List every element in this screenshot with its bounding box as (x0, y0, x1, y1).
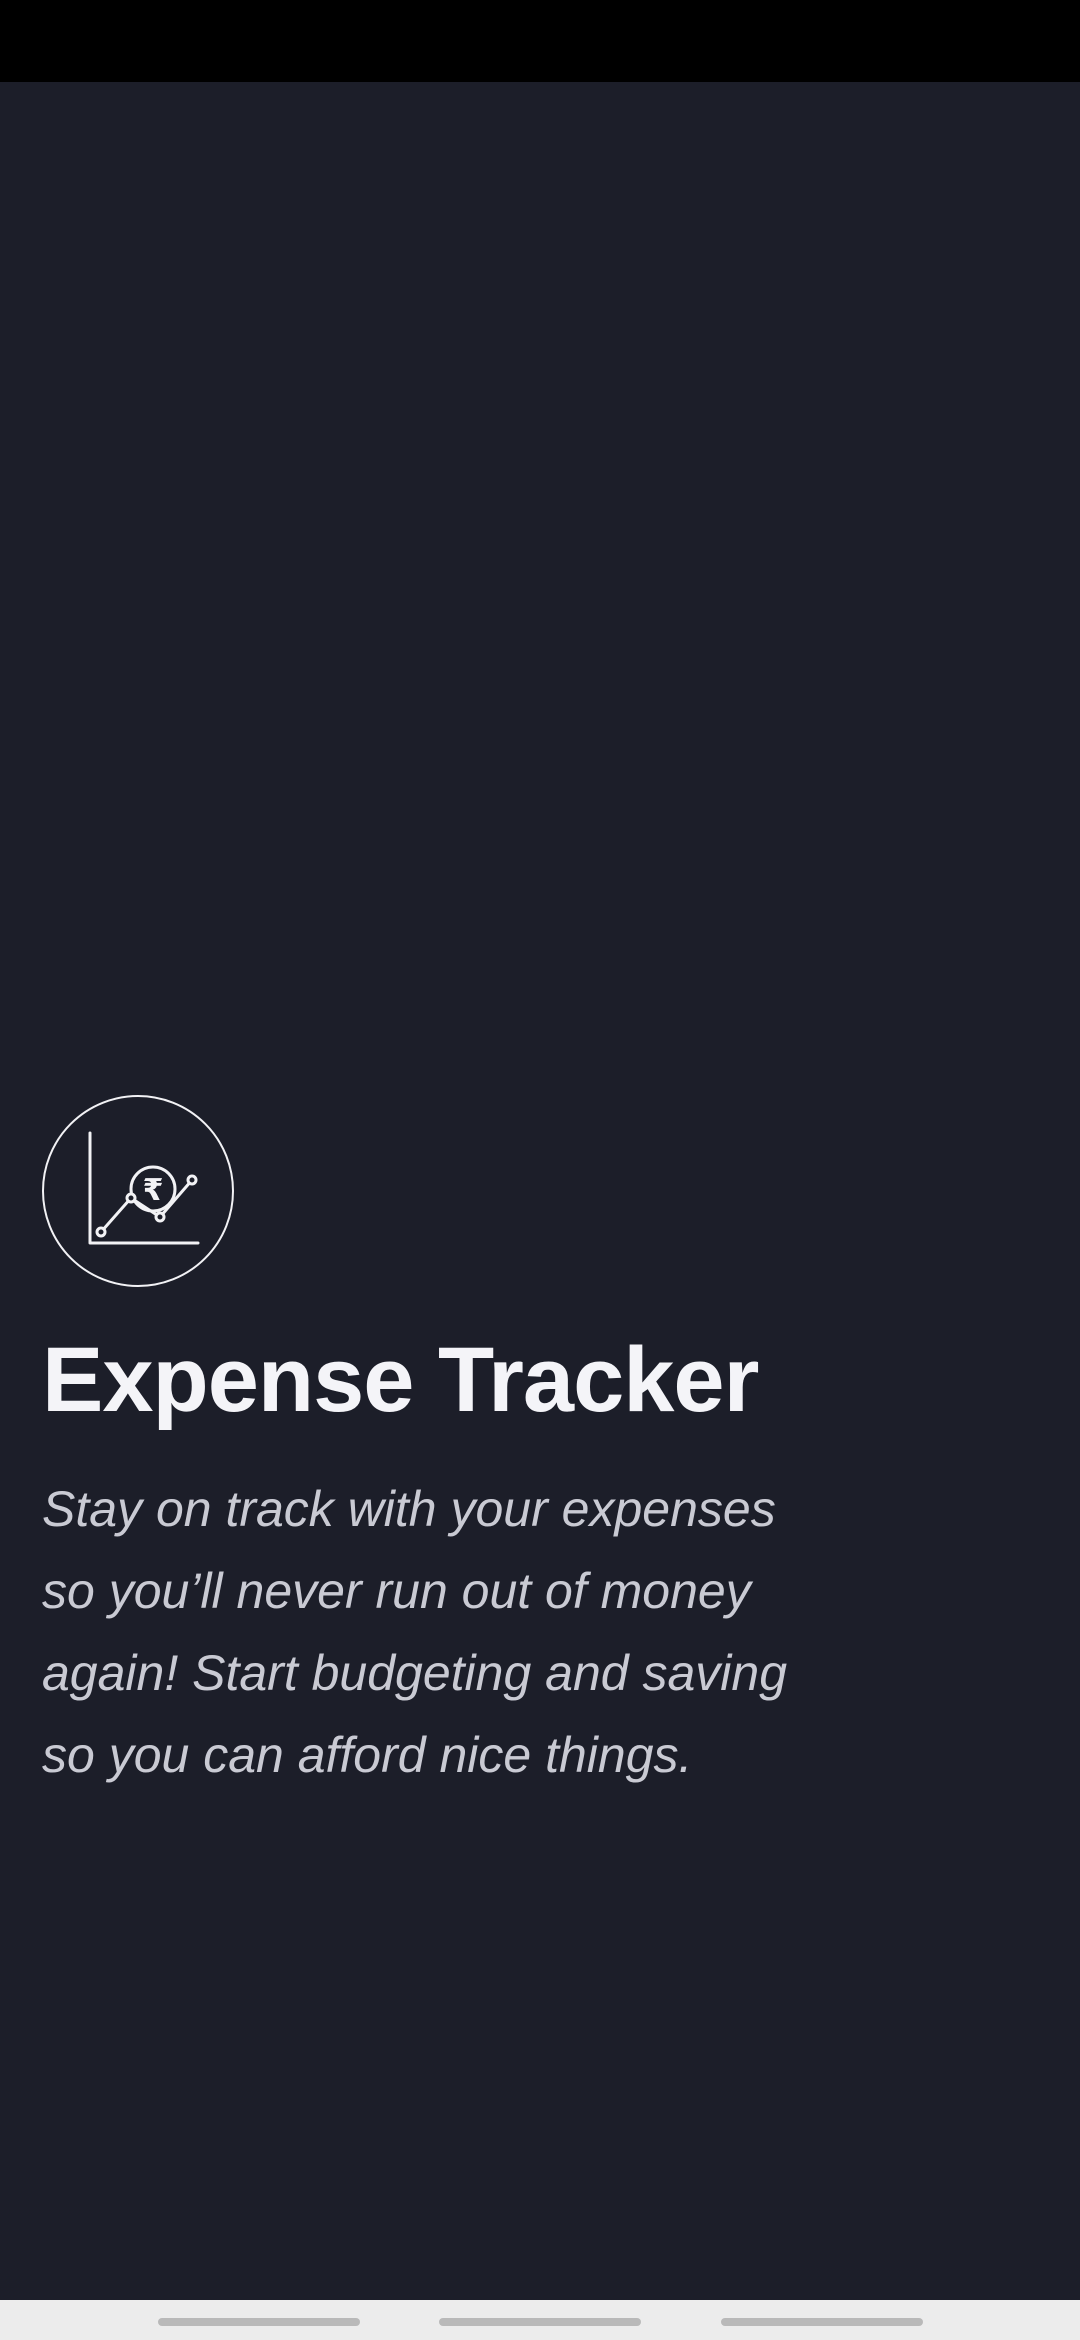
nav-handle-right[interactable] (721, 2318, 923, 2326)
app-title: Expense Tracker (42, 1329, 759, 1431)
nav-handle-left[interactable] (158, 2318, 360, 2326)
status-bar (0, 0, 1080, 82)
rupee-chart-icon: ₹ (42, 1095, 234, 1287)
navigation-bar (0, 2300, 1080, 2340)
app-tagline: Stay on track with your expenses so you’… (42, 1481, 787, 1783)
nav-handle-center[interactable] (439, 2318, 641, 2326)
rupee-glyph: ₹ (143, 1173, 164, 1208)
